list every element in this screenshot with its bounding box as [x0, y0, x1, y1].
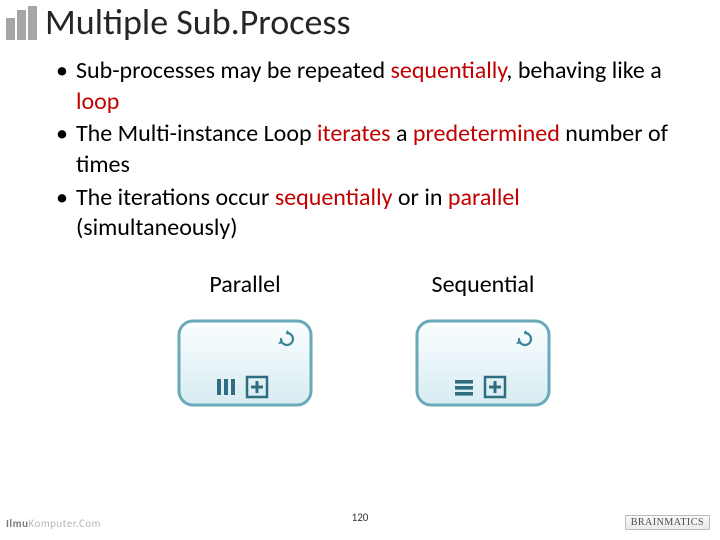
parallel-marker-icon: [217, 379, 235, 395]
bullet-2-em2: predetermined: [413, 119, 560, 148]
bullet-3-em1: sequentially: [275, 183, 393, 212]
sequential-label: Sequential: [373, 270, 593, 301]
footer-left-logo: IlmuKomputer.Com: [6, 517, 101, 530]
bullet-2-mid: a: [391, 119, 413, 148]
footer-left-part1: Ilmu: [6, 517, 29, 530]
bullet-2-text: The Multi-instance Loop iterates a prede…: [76, 119, 672, 180]
body-content: • Sub-processes may be repeated sequenti…: [0, 54, 720, 409]
bullet-3-pre: The iterations occur: [76, 183, 275, 212]
slide: Multiple Sub.Process • Sub-processes may…: [0, 0, 720, 540]
bullet-3-mid: or in: [392, 183, 447, 212]
title-row: Multiple Sub.Process: [0, 0, 720, 54]
bullet-2-pre: The Multi-instance Loop: [76, 119, 317, 148]
sequential-marker-icon: [455, 380, 473, 396]
bullet-dot-icon: •: [56, 183, 68, 244]
bullet-2-em1: iterates: [317, 119, 391, 148]
bullet-1-pre: Sub-processes may be repeated: [76, 56, 391, 85]
sequential-diagram: Sequential: [373, 270, 593, 409]
parallel-diagram: Parallel: [135, 270, 355, 409]
footer-left-part3: .Com: [76, 517, 101, 530]
bullet-1-text: Sub-processes may be repeated sequential…: [76, 56, 672, 117]
parallel-subprocess-icon: [175, 317, 315, 409]
bullet-dot-icon: •: [56, 119, 68, 180]
footer-right-logo: BRAINMATICS: [625, 515, 710, 530]
bullet-3-em2: parallel: [448, 183, 520, 212]
slide-title: Multiple Sub.Process: [45, 4, 351, 42]
bullet-2: • The Multi-instance Loop iterates a pre…: [56, 119, 672, 180]
bullet-1-em1: sequentially: [390, 56, 506, 85]
footer-left-part2: Komputer: [29, 517, 76, 530]
bullet-1: • Sub-processes may be repeated sequenti…: [56, 56, 672, 117]
bullet-1-em2: loop: [76, 87, 119, 116]
bullet-dot-icon: •: [56, 56, 68, 117]
diagram-row: Parallel: [56, 270, 672, 409]
bullet-3-text: The iterations occur sequentially or in …: [76, 183, 672, 244]
title-decoration-bars: [6, 6, 39, 40]
parallel-label: Parallel: [135, 270, 355, 301]
bullet-3-post: (simultaneously): [76, 213, 238, 242]
bullet-3: • The iterations occur sequentially or i…: [56, 183, 672, 244]
page-number: 120: [352, 511, 369, 524]
sequential-subprocess-icon: [413, 317, 553, 409]
bullet-1-mid: , behaving like a: [506, 56, 661, 85]
